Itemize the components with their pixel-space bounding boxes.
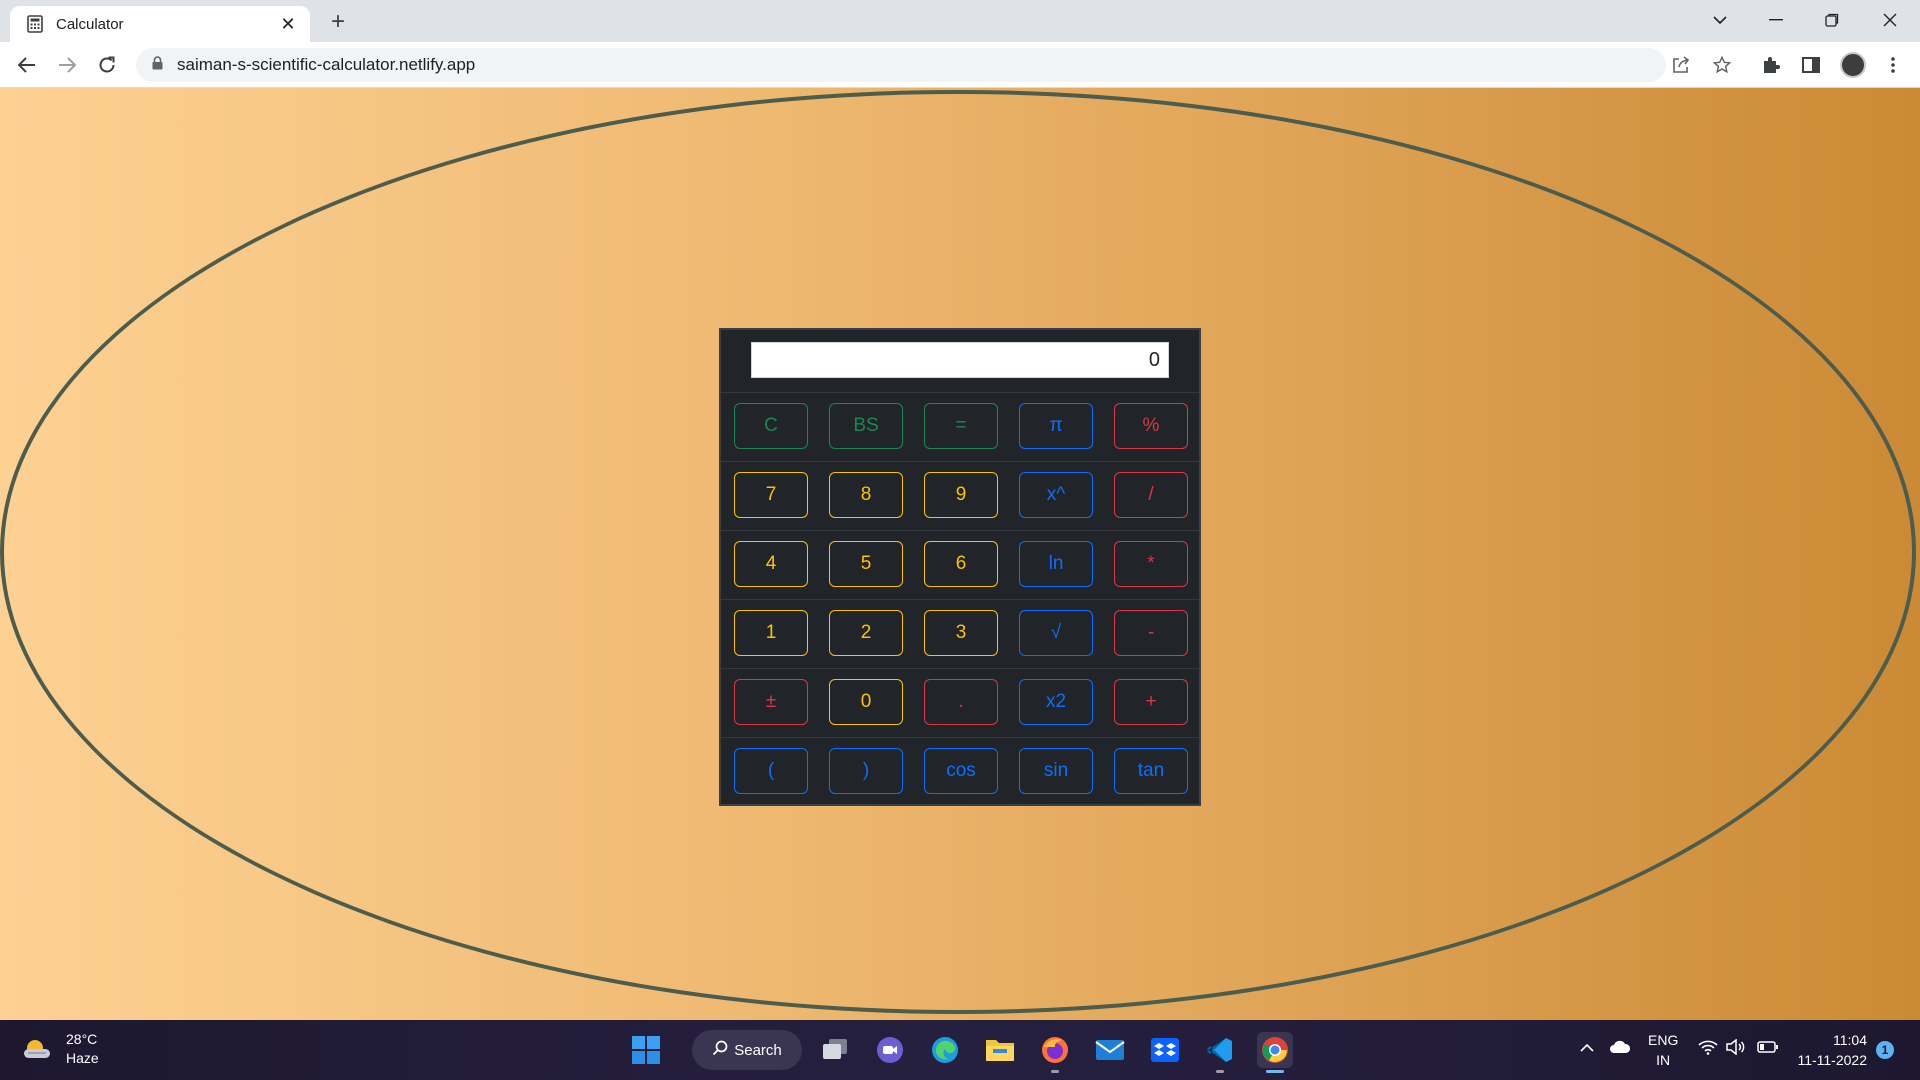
browser-tab-strip: Calculator ✕ +: [0, 0, 1920, 42]
mail-icon[interactable]: [1092, 1032, 1128, 1068]
page-background: 0 C BS = π% 7 8 9 x^ / 4 5 6 ln * 1 2 3 √ - ±0. x2 + () cos sin t…: [0, 88, 1920, 1020]
calc-button[interactable]: 5: [829, 541, 903, 587]
url-text: saiman-s-scientific-calculator.netlify.a…: [177, 55, 476, 74]
calc-button[interactable]: 2: [829, 610, 903, 656]
reload-icon[interactable]: [91, 49, 123, 81]
onedrive-cloud-icon[interactable]: [1609, 1040, 1631, 1057]
taskbar-search-button[interactable]: Search: [692, 1030, 802, 1070]
clock-date: 11-11-2022: [1797, 1052, 1867, 1068]
teams-chat-icon[interactable]: [872, 1032, 908, 1068]
calc-button[interactable]: tan: [1114, 748, 1188, 794]
calc-button[interactable]: ln: [1019, 541, 1093, 587]
windows-taskbar: 28°C Haze Search ENG IN 11:04 11-11-2022…: [0, 1020, 1920, 1080]
calc-button[interactable]: √: [1019, 610, 1093, 656]
browser-tab[interactable]: Calculator ✕: [10, 6, 310, 42]
firefox-icon[interactable]: [1037, 1032, 1073, 1068]
minimize-button[interactable]: [1748, 0, 1804, 40]
chrome-active-indicator: [1266, 1070, 1284, 1073]
region-code: IN: [1656, 1052, 1671, 1068]
weather-temperature: 28°C: [66, 1031, 98, 1047]
calc-button[interactable]: /: [1114, 472, 1188, 518]
weather-condition: Haze: [66, 1050, 99, 1066]
calc-button[interactable]: 4: [734, 541, 808, 587]
calc-button[interactable]: =: [924, 403, 998, 449]
search-icon: [712, 1040, 728, 1060]
battery-icon[interactable]: [1757, 1040, 1779, 1057]
calc-button[interactable]: 1: [734, 610, 808, 656]
display-row: 0: [721, 330, 1199, 393]
search-label: Search: [734, 1041, 782, 1059]
clock-time: 11:04: [1833, 1032, 1867, 1048]
calc-button[interactable]: %: [1114, 403, 1188, 449]
back-arrow-icon[interactable]: [11, 49, 43, 81]
calc-button[interactable]: 7: [734, 472, 808, 518]
profile-avatar[interactable]: [1837, 49, 1869, 81]
button-row: () cos sin tan: [721, 738, 1199, 806]
firefox-running-indicator: [1051, 1070, 1059, 1073]
calc-button[interactable]: 3: [924, 610, 998, 656]
calculator-display[interactable]: 0: [751, 342, 1169, 378]
chrome-icon[interactable]: [1257, 1032, 1293, 1068]
vscode-running-indicator: [1216, 1070, 1224, 1073]
new-tab-button[interactable]: +: [324, 8, 352, 36]
vscode-icon[interactable]: [1202, 1032, 1238, 1068]
weather-haze-icon: [22, 1037, 52, 1061]
dropbox-icon[interactable]: [1147, 1032, 1183, 1068]
language-indicator[interactable]: ENG IN: [1648, 1030, 1678, 1070]
share-icon[interactable]: [1665, 49, 1697, 81]
notification-badge[interactable]: 1: [1876, 1041, 1894, 1059]
calc-button[interactable]: 6: [924, 541, 998, 587]
volume-icon[interactable]: [1726, 1038, 1746, 1058]
bookmark-star-icon[interactable]: [1706, 49, 1738, 81]
system-clock[interactable]: 11:04 11-11-2022: [1795, 1030, 1867, 1070]
calc-button[interactable]: ): [829, 748, 903, 794]
button-row: 1 2 3 √ -: [721, 600, 1199, 669]
avatar-image: [1840, 52, 1866, 78]
restore-button[interactable]: [1804, 0, 1860, 40]
lock-icon: [152, 55, 163, 75]
button-row: 7 8 9 x^ /: [721, 462, 1199, 531]
close-tab-icon[interactable]: ✕: [278, 14, 298, 35]
edge-browser-icon[interactable]: [927, 1032, 963, 1068]
calc-button[interactable]: *: [1114, 541, 1188, 587]
kebab-menu-icon[interactable]: [1877, 49, 1909, 81]
calculator-favicon-icon: [26, 15, 44, 33]
calc-button[interactable]: sin: [1019, 748, 1093, 794]
button-row: ±0. x2 +: [721, 669, 1199, 738]
weather-widget[interactable]: 28°C Haze: [22, 1030, 99, 1068]
button-row: C BS = π%: [721, 393, 1199, 462]
tab-title: Calculator: [56, 15, 124, 33]
forward-arrow-icon[interactable]: [51, 49, 83, 81]
start-windows-icon[interactable]: [628, 1032, 664, 1068]
calc-button[interactable]: +: [1114, 679, 1188, 725]
language-code: ENG: [1648, 1032, 1679, 1048]
close-window-button[interactable]: [1862, 0, 1918, 40]
calc-button[interactable]: cos: [924, 748, 998, 794]
calc-button[interactable]: ±: [734, 679, 808, 725]
calc-button[interactable]: C: [734, 403, 808, 449]
calc-button[interactable]: 0: [829, 679, 903, 725]
extensions-puzzle-icon[interactable]: [1755, 49, 1787, 81]
calc-button[interactable]: -: [1114, 610, 1188, 656]
calc-button[interactable]: BS: [829, 403, 903, 449]
address-bar[interactable]: saiman-s-scientific-calculator.netlify.a…: [136, 48, 1666, 82]
calc-button[interactable]: x^: [1019, 472, 1093, 518]
calculator-keypad: C BS = π% 7 8 9 x^ / 4 5 6 ln * 1 2 3 √ - ±0. x2 + () cos sin tan: [721, 393, 1199, 806]
file-explorer-icon[interactable]: [982, 1032, 1018, 1068]
wifi-icon[interactable]: [1698, 1039, 1718, 1058]
side-panel-icon[interactable]: [1795, 49, 1827, 81]
calc-button[interactable]: 8: [829, 472, 903, 518]
calc-button[interactable]: x2: [1019, 679, 1093, 725]
calc-button[interactable]: .: [924, 679, 998, 725]
calc-button[interactable]: π: [1019, 403, 1093, 449]
browser-toolbar: saiman-s-scientific-calculator.netlify.a…: [0, 42, 1920, 88]
button-row: 4 5 6 ln *: [721, 531, 1199, 600]
chevron-up-icon[interactable]: [1580, 1040, 1594, 1056]
calculator: 0 C BS = π% 7 8 9 x^ / 4 5 6 ln * 1 2 3 √ - ±0. x2 + () cos sin t…: [719, 328, 1201, 806]
task-view-icon[interactable]: [817, 1032, 853, 1068]
calc-button[interactable]: 9: [924, 472, 998, 518]
tab-search-chevron-icon[interactable]: [1692, 0, 1748, 40]
calc-button[interactable]: (: [734, 748, 808, 794]
